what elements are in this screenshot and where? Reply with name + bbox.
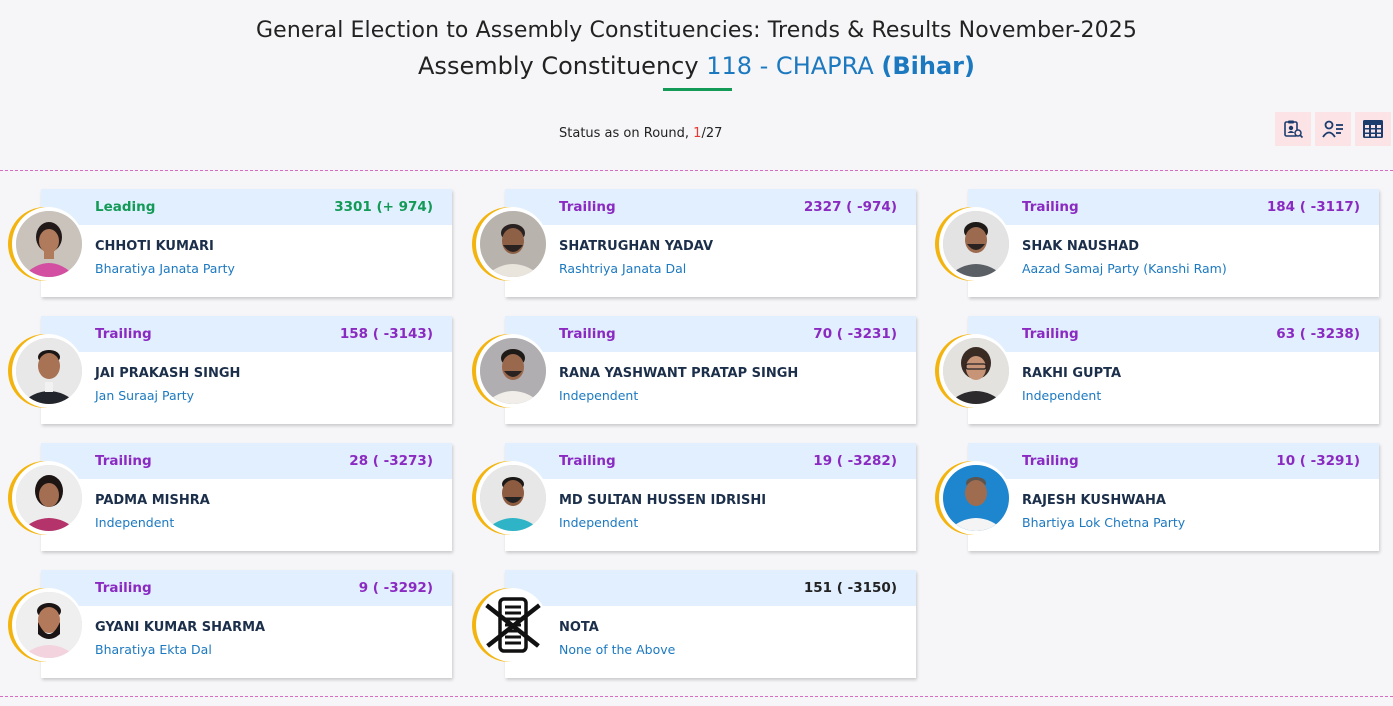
candidate-avatar: [935, 461, 1011, 535]
candidate-status: Trailing: [1022, 199, 1079, 215]
candidate-votes: 63 ( -3238): [1276, 326, 1360, 342]
candidate-photo: [943, 338, 1009, 404]
candidate-card[interactable]: Leading 3301 (+ 974) CHHOTI KUMARI Bhara…: [41, 189, 452, 297]
candidate-avatar: [472, 207, 548, 281]
candidate-status: Trailing: [1022, 326, 1079, 342]
candidate-card[interactable]: Trailing 70 ( -3231) RANA YASHWANT PRATA…: [505, 316, 916, 424]
candidate-name: PADMA MISHRA: [95, 493, 210, 508]
total-rounds: /27: [701, 126, 723, 141]
candidate-votes: 158 ( -3143): [339, 326, 433, 342]
candidate-votes: 184 ( -3117): [1266, 199, 1360, 215]
candidate-card[interactable]: Trailing 9 ( -3292) GYANI KUMAR SHARMA B…: [41, 570, 452, 678]
candidate-photo: [16, 465, 82, 531]
status-prefix: Status as on Round,: [559, 126, 690, 141]
candidate-party: Independent: [559, 515, 639, 530]
section-divider-bottom: [0, 696, 1393, 697]
candidate-party: Rashtriya Janata Dal: [559, 261, 687, 276]
candidate-card[interactable]: Trailing 19 ( -3282) MD SULTAN HUSSEN ID…: [505, 443, 916, 551]
candidate-party: Aazad Samaj Party (Kanshi Ram): [1022, 261, 1227, 276]
candidate-votes: 151 ( -3150): [803, 580, 897, 596]
table-view-icon: [1363, 120, 1383, 138]
nota-symbol-icon: [480, 592, 546, 658]
candidate-votes: 70 ( -3231): [813, 326, 897, 342]
candidate-status: Trailing: [1022, 453, 1079, 469]
candidate-photo: [943, 465, 1009, 531]
candidate-status: Trailing: [95, 326, 152, 342]
candidate-card[interactable]: Trailing 10 ( -3291) RAJESH KUSHWAHA Bha…: [968, 443, 1379, 551]
candidate-votes: 2327 ( -974): [803, 199, 897, 215]
candidate-status: Trailing: [559, 453, 616, 469]
state-name: (Bihar): [881, 52, 975, 80]
candidate-party: Independent: [559, 388, 639, 403]
candidate-name: RAKHI GUPTA: [1022, 366, 1122, 381]
candidate-photo: [480, 338, 546, 404]
candidate-votes: 9 ( -3292): [358, 580, 433, 596]
candidate-card[interactable]: Trailing 2327 ( -974) SHATRUGHAN YADAV R…: [505, 189, 916, 297]
candidate-name: SHAK NAUSHAD: [1022, 239, 1140, 254]
candidate-card[interactable]: Trailing 158 ( -3143) JAI PRAKASH SINGH …: [41, 316, 452, 424]
candidate-name: SHATRUGHAN YADAV: [559, 239, 714, 254]
candidate-votes: 10 ( -3291): [1276, 453, 1360, 469]
candidate-card[interactable]: Trailing 184 ( -3117) SHAK NAUSHAD Aazad…: [968, 189, 1379, 297]
nota-avatar: [472, 588, 548, 662]
candidate-votes: 3301 (+ 974): [334, 199, 433, 215]
candidate-status: Trailing: [559, 326, 616, 342]
candidate-photo: [480, 211, 546, 277]
candidate-photo: [16, 338, 82, 404]
candidate-avatar: [8, 588, 84, 662]
candidate-search-button[interactable]: [1275, 112, 1311, 146]
candidate-name: JAI PRAKASH SINGH: [95, 366, 241, 381]
constituency-prefix: Assembly Constituency: [418, 52, 699, 80]
section-divider-top: [0, 170, 1393, 171]
candidate-party: Bhartiya Lok Chetna Party: [1022, 515, 1186, 530]
candidate-card[interactable]: Trailing 63 ( -3238) RAKHI GUPTA Indepen…: [968, 316, 1379, 424]
candidate-photo: [943, 211, 1009, 277]
title-underline: [663, 88, 732, 91]
candidate-status: Trailing: [559, 199, 616, 215]
constituency-heading: Assembly Constituency 118 - CHAPRA (Biha…: [0, 52, 1393, 80]
candidate-photo: [16, 211, 82, 277]
candidate-votes: 19 ( -3282): [813, 453, 897, 469]
candidate-card[interactable]: Trailing 28 ( -3273) PADMA MISHRA Indepe…: [41, 443, 452, 551]
candidate-name: MD SULTAN HUSSEN IDRISHI: [559, 493, 767, 508]
candidate-status: Trailing: [95, 453, 152, 469]
candidate-name: RANA YASHWANT PRATAP SINGH: [559, 366, 799, 381]
candidate-list-button[interactable]: [1315, 112, 1351, 146]
candidate-avatar: [472, 334, 548, 408]
candidate-photo: [16, 592, 82, 658]
candidate-party: None of the Above: [559, 642, 676, 657]
table-view-button[interactable]: [1355, 112, 1391, 146]
candidate-name: RAJESH KUSHWAHA: [1022, 493, 1166, 508]
round-status: Status as on Round, 1/27: [559, 126, 722, 141]
candidate-photo: [480, 465, 546, 531]
candidate-name: CHHOTI KUMARI: [95, 239, 214, 254]
candidate-avatar: [8, 334, 84, 408]
candidate-party: Independent: [1022, 388, 1102, 403]
candidate-list-icon: [1322, 120, 1343, 138]
constituency-name: 118 - CHAPRA: [706, 52, 874, 80]
candidate-party: Bharatiya Ekta Dal: [95, 642, 212, 657]
candidate-name: GYANI KUMAR SHARMA: [95, 620, 266, 635]
candidate-avatar: [8, 461, 84, 535]
candidate-votes: 28 ( -3273): [349, 453, 433, 469]
candidate-avatar: [8, 207, 84, 281]
candidate-avatar: [935, 334, 1011, 408]
candidate-search-icon: [1284, 120, 1304, 139]
candidate-avatar: [935, 207, 1011, 281]
candidate-party: Bharatiya Janata Party: [95, 261, 235, 276]
candidate-name: NOTA: [559, 620, 599, 635]
candidate-avatar: [472, 461, 548, 535]
candidate-card[interactable]: 151 ( -3150) NOTA None of the Above: [505, 570, 916, 678]
candidate-party: Independent: [95, 515, 175, 530]
candidate-party: Jan Suraaj Party: [95, 388, 195, 403]
page-title: General Election to Assembly Constituenc…: [256, 18, 1137, 43]
candidate-status: Trailing: [95, 580, 152, 596]
candidate-status: Leading: [95, 199, 156, 215]
